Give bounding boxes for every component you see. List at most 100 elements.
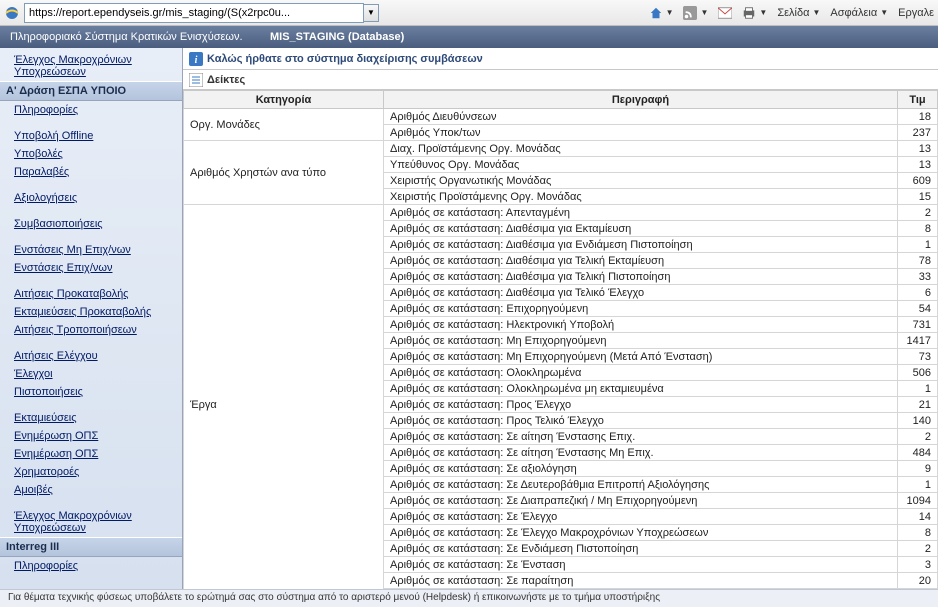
browser-tools: ▼ ▼ ▼ Σελίδα▼ Ασφάλεια▼ Εργαλε bbox=[649, 6, 934, 20]
sidebar-link[interactable]: Ενστάσεις Μη Επιχ/νων bbox=[0, 241, 182, 259]
cell-value: 14 bbox=[898, 509, 938, 525]
cell-value: 1094 bbox=[898, 493, 938, 509]
address-text: https://report.ependyseis.gr/mis_staging… bbox=[29, 7, 290, 19]
cell-value: 18 bbox=[898, 109, 938, 125]
cell-value: 3 bbox=[898, 557, 938, 573]
cell-value: 1 bbox=[898, 477, 938, 493]
app-header: Πληροφοριακό Σύστημα Κρατικών Ενισχύσεων… bbox=[0, 26, 938, 48]
cell-value: 1 bbox=[898, 237, 938, 253]
sidebar-link[interactable]: Υποβολή Offline bbox=[0, 127, 182, 145]
safety-menu[interactable]: Ασφάλεια▼ bbox=[830, 7, 888, 19]
sidebar-link[interactable]: Αιτήσεις Ελέγχου bbox=[0, 347, 182, 365]
cell-value: 6 bbox=[898, 285, 938, 301]
cell-value: 73 bbox=[898, 349, 938, 365]
cell-description: Αριθμός σε κατάσταση: Απενταγμένη bbox=[384, 205, 898, 221]
sidebar-section-interreg[interactable]: Interreg III bbox=[0, 537, 182, 557]
cell-description: Αριθμός σε κατάσταση: Μη Επιχορηγούμενη … bbox=[384, 349, 898, 365]
sidebar-top-link[interactable]: Έλεγχος Μακροχρόνιων Υποχρεώσεων bbox=[0, 48, 182, 81]
sidebar-link[interactable]: Αμοιβές bbox=[0, 481, 182, 499]
cell-value: 506 bbox=[898, 365, 938, 381]
sidebar-link[interactable]: Χρηματοροές bbox=[0, 463, 182, 481]
cell-description: Αριθμός σε κατάσταση: Σε Έλεγχο bbox=[384, 509, 898, 525]
sidebar-link[interactable]: Ενστάσεις Επιχ/νων bbox=[0, 259, 182, 277]
info-icon: i bbox=[189, 52, 203, 66]
col-description: Περιγραφή bbox=[384, 91, 898, 109]
sidebar-link[interactable]: Συμβασιοποιήσεις bbox=[0, 215, 182, 233]
welcome-bar: i Καλώς ήρθατε στο σύστημα διαχείρισης σ… bbox=[183, 48, 938, 70]
sidebar-link[interactable]: Παραλαβές bbox=[0, 163, 182, 181]
cell-description: Αριθμός σε κατάσταση: Σε Διαπραπεζική / … bbox=[384, 493, 898, 509]
cell-category: Έργα bbox=[184, 205, 384, 590]
cell-description: Αριθμός σε κατάσταση: Διαθέσιμα για Ενδι… bbox=[384, 237, 898, 253]
sidebar-link[interactable]: Υποβολές bbox=[0, 145, 182, 163]
welcome-text: Καλώς ήρθατε στο σύστημα διαχείρισης συμ… bbox=[207, 53, 483, 65]
cell-description: Αριθμός Διευθύνσεων bbox=[384, 109, 898, 125]
address-bar[interactable]: https://report.ependyseis.gr/mis_staging… bbox=[24, 3, 364, 23]
main-content: i Καλώς ήρθατε στο σύστημα διαχείρισης σ… bbox=[183, 48, 938, 589]
cell-description: Αριθμός σε κατάσταση: Ηλεκτρονική Υποβολ… bbox=[384, 317, 898, 333]
cell-description: Αριθμός σε κατάσταση: Σε αίτηση Ένστασης… bbox=[384, 445, 898, 461]
sidebar-link[interactable]: Αιτήσεις Προκαταβολής bbox=[0, 285, 182, 303]
cell-value: 21 bbox=[898, 397, 938, 413]
cell-value: 2 bbox=[898, 205, 938, 221]
browser-toolbar: https://report.ependyseis.gr/mis_staging… bbox=[0, 0, 938, 26]
cell-value: 731 bbox=[898, 317, 938, 333]
cell-value: 609 bbox=[898, 173, 938, 189]
cell-value: 2 bbox=[898, 429, 938, 445]
cell-description: Αριθμός σε κατάσταση: Ολοκληρωμένα μη εκ… bbox=[384, 381, 898, 397]
mail-button[interactable] bbox=[718, 7, 732, 19]
sidebar-section-espa[interactable]: Α' Δράση ΕΣΠΑ ΥΠΟΙΟ bbox=[0, 81, 182, 101]
cell-description: Χειριστής Προϊστάμενης Οργ. Μονάδας bbox=[384, 189, 898, 205]
sidebar-link[interactable]: Αξιολογήσεις bbox=[0, 189, 182, 207]
indices-bar: Δείκτες bbox=[183, 70, 938, 90]
cell-description: Αριθμός σε κατάσταση: Σε αίτηση Ένστασης… bbox=[384, 429, 898, 445]
cell-value: 15 bbox=[898, 189, 938, 205]
sidebar-link[interactable]: Έλεγχοι bbox=[0, 365, 182, 383]
cell-description: Αριθμός σε κατάσταση: Σε Δευτεροβάθμια Ε… bbox=[384, 477, 898, 493]
sidebar-link[interactable]: Εκταμιεύσεις bbox=[0, 409, 182, 427]
sidebar-link[interactable]: Αιτήσεις Τροποποιήσεων bbox=[0, 321, 182, 339]
cell-value: 1 bbox=[898, 381, 938, 397]
sidebar-link[interactable]: Πληροφορίες bbox=[0, 557, 182, 575]
list-icon bbox=[189, 73, 203, 87]
tools-menu[interactable]: Εργαλε bbox=[898, 7, 934, 19]
cell-description: Αριθμός σε κατάσταση: Σε αξιολόγηση bbox=[384, 461, 898, 477]
col-value: Τιμ bbox=[898, 91, 938, 109]
cell-value: 2 bbox=[898, 541, 938, 557]
sidebar-link[interactable]: Πληροφορίες bbox=[0, 101, 182, 119]
cell-description: Αριθμός σε κατάσταση: Μη Επιχορηγούμενη bbox=[384, 333, 898, 349]
col-category: Κατηγορία bbox=[184, 91, 384, 109]
cell-description: Αριθμός σε κατάσταση: Διαθέσιμα για Τελι… bbox=[384, 253, 898, 269]
app-title: Πληροφοριακό Σύστημα Κρατικών Ενισχύσεων… bbox=[10, 31, 270, 43]
cell-description: Αριθμός σε κατάσταση: Σε παραίτηση bbox=[384, 573, 898, 589]
sidebar-link[interactable]: Ενημέρωση ΟΠΣ bbox=[0, 427, 182, 445]
cell-description: Χειριστής Οργανωτικής Μονάδας bbox=[384, 173, 898, 189]
address-dropdown[interactable]: ▼ bbox=[363, 4, 379, 22]
cell-description: Αριθμός σε κατάσταση: Προς Έλεγχο bbox=[384, 397, 898, 413]
cell-value: 484 bbox=[898, 445, 938, 461]
rss-button[interactable]: ▼ bbox=[683, 6, 708, 20]
page-menu[interactable]: Σελίδα▼ bbox=[777, 7, 820, 19]
cell-value: 9 bbox=[898, 461, 938, 477]
cell-description: Αριθμός σε κατάσταση: Σε Συμβασιοποίηση bbox=[384, 589, 898, 590]
cell-description: Αριθμός σε κατάσταση: Σε Ένσταση bbox=[384, 557, 898, 573]
cell-description: Αριθμός σε κατάσταση: Επιχορηγούμενη bbox=[384, 301, 898, 317]
sidebar-link[interactable]: Πιστοποιήσεις bbox=[0, 383, 182, 401]
cell-description: Αριθμός σε κατάσταση: Προς Τελικό Έλεγχο bbox=[384, 413, 898, 429]
table-row: Αριθμός Χρηστών ανα τύποΔιαχ. Προϊστάμεν… bbox=[184, 141, 938, 157]
table-row: Οργ. ΜονάδεςΑριθμός Διευθύνσεων18 bbox=[184, 109, 938, 125]
print-button[interactable]: ▼ bbox=[742, 6, 767, 20]
svg-text:i: i bbox=[195, 55, 198, 66]
cell-value: 140 bbox=[898, 413, 938, 429]
cell-description: Αριθμός σε κατάσταση: Διαθέσιμα για Τελι… bbox=[384, 269, 898, 285]
db-title: MIS_STAGING (Database) bbox=[270, 31, 404, 43]
home-button[interactable]: ▼ bbox=[649, 6, 674, 20]
cell-value: 13 bbox=[898, 141, 938, 157]
sidebar-link[interactable]: Εκταμιεύσεις Προκαταβολής bbox=[0, 303, 182, 321]
sidebar-link[interactable]: Ενημέρωση ΟΠΣ bbox=[0, 445, 182, 463]
cell-value: 13 bbox=[898, 157, 938, 173]
cell-description: Διαχ. Προϊστάμενης Οργ. Μονάδας bbox=[384, 141, 898, 157]
data-table: Κατηγορία Περιγραφή Τιμ Οργ. ΜονάδεςΑριθ… bbox=[183, 90, 938, 589]
cell-description: Αριθμός σε κατάσταση: Σε Έλεγχο Μακροχρό… bbox=[384, 525, 898, 541]
sidebar-link[interactable]: Έλεγχος Μακροχρόνιων Υποχρεώσεων bbox=[0, 507, 182, 537]
